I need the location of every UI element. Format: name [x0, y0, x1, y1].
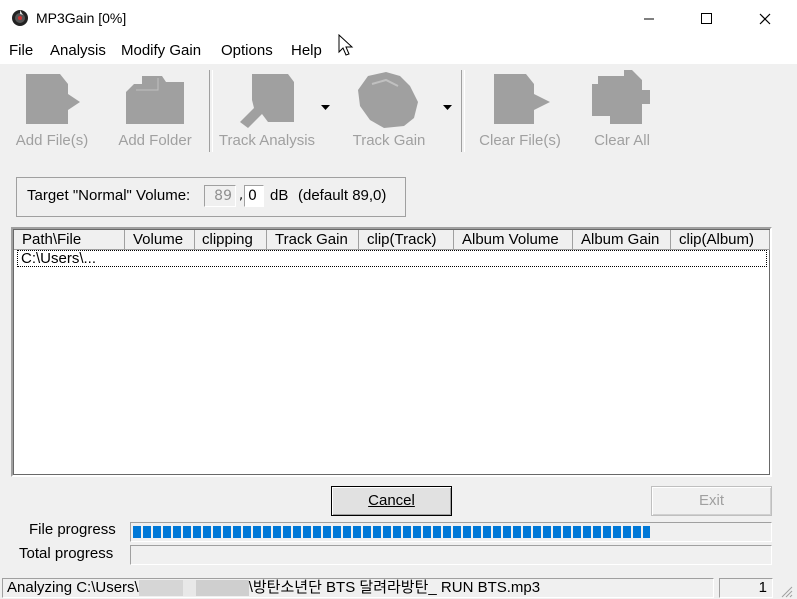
track-gain-button[interactable]: Track Gain [348, 70, 430, 154]
track-gain-label: Track Gain [352, 132, 426, 149]
target-volume-decimal-input[interactable]: 0 [244, 185, 264, 207]
status-text-prefix: Analyzing C:\Users\ [7, 579, 139, 596]
menu-options[interactable]: Options [221, 42, 273, 59]
unit-label: dB [270, 187, 289, 204]
status-text-panel: Analyzing C:\Users\ \방탄소년단 BTS 달려라방탄_ RUN… [2, 578, 714, 598]
column-header-volume[interactable]: Volume [125, 230, 195, 250]
add-folder-icon [126, 76, 184, 124]
add-file-icon [26, 74, 80, 124]
total-progress-label: Total progress [19, 545, 114, 562]
track-analysis-icon [240, 74, 294, 128]
column-header-clipping[interactable]: clipping [195, 230, 267, 250]
file-progress-fill [133, 526, 650, 538]
clear-file-icon [494, 74, 550, 124]
track-analysis-label: Track Analysis [218, 132, 316, 149]
file-list[interactable]: Path\File Volume clipping Track Gain cli… [11, 227, 772, 477]
toolbar-separator [209, 70, 213, 152]
default-volume-label: (default 89,0) [298, 187, 387, 204]
maximize-button[interactable] [684, 0, 730, 38]
track-analysis-dropdown-icon[interactable] [320, 104, 332, 112]
title-bar: MP3Gain [0%] [0, 0, 797, 38]
minimize-icon [644, 18, 654, 20]
status-text-suffix: \방탄소년단 BTS 달려라방탄_ RUN BTS.mp3 [248, 579, 541, 596]
column-header-clip-track[interactable]: clip(Track) [359, 230, 454, 250]
window-title: MP3Gain [0%] [36, 10, 127, 26]
menu-modify-gain[interactable]: Modify Gain [121, 42, 201, 59]
maximize-icon [701, 13, 712, 24]
menu-help[interactable]: Help [291, 42, 322, 59]
menu-analysis[interactable]: Analysis [50, 42, 106, 59]
track-gain-icon [358, 72, 418, 128]
close-button[interactable] [742, 0, 788, 38]
target-volume-group: Target "Normal" Volume: 89 , 0 dB (defau… [16, 177, 406, 217]
app-logo-icon [12, 10, 28, 26]
close-icon [759, 13, 771, 25]
cancel-label: Cancel [368, 492, 415, 509]
menu-bar: File Analysis Modify Gain Options Help [0, 34, 797, 64]
column-header-album-volume[interactable]: Album Volume [454, 230, 573, 250]
exit-button[interactable]: Exit [651, 486, 772, 516]
menu-file[interactable]: File [9, 42, 33, 59]
file-progress-bar [130, 522, 772, 542]
track-gain-dropdown-icon[interactable] [442, 104, 454, 112]
track-analysis-button[interactable]: Track Analysis [218, 70, 316, 154]
list-item-path: C:\Users\... [21, 250, 97, 267]
add-files-button[interactable]: Add File(s) [10, 70, 94, 154]
clear-files-button[interactable]: Clear File(s) [476, 70, 564, 154]
add-folder-button[interactable]: Add Folder [112, 70, 198, 154]
size-grip-icon[interactable] [779, 584, 793, 598]
clear-all-label: Clear All [594, 132, 650, 149]
status-count-panel: 1 [719, 578, 773, 598]
target-volume-label: Target "Normal" Volume: [27, 187, 191, 204]
add-folder-label: Add Folder [118, 132, 192, 149]
toolbar-separator [461, 70, 465, 152]
status-bar: Analyzing C:\Users\ \방탄소년단 BTS 달려라방탄_ RUN… [0, 576, 797, 599]
clear-files-label: Clear File(s) [479, 132, 561, 149]
list-item[interactable]: C:\Users\... [17, 250, 767, 267]
column-header-track-gain[interactable]: Track Gain [267, 230, 359, 250]
add-files-label: Add File(s) [15, 132, 89, 149]
column-header-clip-album[interactable]: clip(Album) [671, 230, 770, 250]
mouse-cursor-icon [338, 34, 354, 56]
minimize-button[interactable] [626, 0, 672, 38]
clear-all-button[interactable]: Clear All [584, 70, 660, 154]
file-progress-label: File progress [29, 521, 116, 538]
decimal-separator: , [239, 188, 244, 203]
exit-label: Exit [698, 492, 724, 509]
column-header-path[interactable]: Path\File [14, 230, 125, 250]
total-progress-bar [130, 545, 772, 565]
column-header-album-gain[interactable]: Album Gain [573, 230, 671, 250]
clear-all-icon [592, 70, 650, 124]
target-volume-integer-input[interactable]: 89 [204, 185, 236, 207]
cancel-button[interactable]: Cancel [331, 486, 452, 516]
redacted-username [138, 580, 249, 597]
